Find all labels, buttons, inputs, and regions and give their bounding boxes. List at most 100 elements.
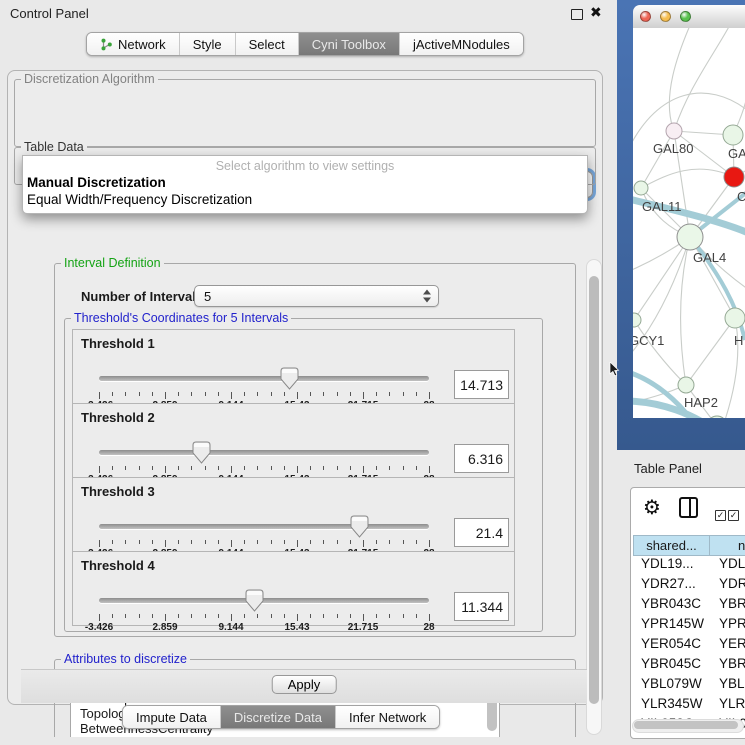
slider-tick [271,392,272,396]
slider-tick [403,614,404,618]
slider-tick [389,392,390,396]
slider-tick [218,540,219,544]
network-edge[interactable] [641,169,734,188]
slider-tick [271,466,272,470]
cell-name: YBL0 [717,676,745,696]
table-body: YDL19...YDL1YDR27...YDR2YBR043CYBR0YPR14… [633,556,745,736]
network-node[interactable] [678,377,694,393]
table-scrollbar-thumb[interactable] [634,721,738,729]
slider-tick [337,614,338,618]
slider-tick [125,466,126,470]
node-label: GCY1 [633,333,664,348]
slider-knob[interactable] [350,515,369,538]
minimize-traffic-light[interactable] [660,11,671,22]
column-header-name[interactable]: n [710,535,745,556]
float-window-icon[interactable] [571,9,583,20]
deselect-all-checkbox-icon[interactable]: ✓ [728,510,739,521]
slider-knob[interactable] [280,367,299,390]
slider-track[interactable] [99,376,429,381]
table-row[interactable]: YDR27...YDR2 [633,576,745,596]
table-row[interactable]: YLR345WYLR3 [633,696,745,716]
slider-tick [363,392,364,399]
slider-knob[interactable] [245,589,264,612]
apply-button[interactable]: Apply [272,675,337,694]
close-icon[interactable]: ✖ [590,4,602,21]
slider-track[interactable] [99,524,429,529]
slider-tick [310,392,311,396]
network-edge[interactable] [634,237,690,320]
network-icon [100,38,113,51]
table-horizontal-scrollbar[interactable] [632,719,744,733]
slider-tick [165,392,166,399]
network-node[interactable] [724,167,744,187]
threshold-slider[interactable]: -3.4262.8599.14415.4321.71528 [99,588,429,628]
cell-shared-name: YBL079W [633,676,717,696]
slider-tick [376,466,377,470]
slider-tick [231,392,232,399]
dropdown-option-equal-width[interactable]: Equal Width/Frequency Discretization [27,192,252,207]
network-node[interactable] [666,123,682,139]
slider-tick [350,540,351,544]
threshold-slider[interactable]: -3.4262.8599.14415.4321.71528 [99,514,429,554]
split-columns-icon[interactable] [679,497,698,518]
tab-label: Discretize Data [234,710,322,725]
slider-tick [323,392,324,396]
tab-impute-data[interactable]: Impute Data [123,706,221,728]
settings-scrollbar-thumb[interactable] [589,276,599,704]
table-row[interactable]: YBR045CYBR0 [633,656,745,676]
threshold-value-field[interactable]: 11.344 [454,592,509,621]
column-header-shared-name[interactable]: shared... [633,535,710,556]
interval-definition-groupbox: Interval Definition Number of Intervals … [54,263,576,637]
slider-tick [403,466,404,470]
threshold-value-field[interactable]: 6.316 [454,444,509,473]
threshold-value-field[interactable]: 21.4 [454,518,509,547]
network-window-frame[interactable]: GAL80GACGAL11GAL4GCY1HHAP2 [617,0,745,450]
slider-tick [165,540,166,547]
threshold-value-field[interactable]: 14.713 [454,370,509,399]
network-node[interactable] [723,125,743,145]
slider-track[interactable] [99,450,429,455]
network-node[interactable] [633,313,641,327]
threshold-slider[interactable]: -3.4262.8599.14415.4321.71528 [99,440,429,480]
dropdown-option-manual[interactable]: Manual Discretization [27,175,166,190]
network-node[interactable] [725,308,745,328]
tab-network[interactable]: Network [87,33,180,55]
table-row[interactable]: YBL079WYBL0 [633,676,745,696]
slider-tick [231,466,232,473]
tab-discretize-data[interactable]: Discretize Data [221,706,336,728]
slider-tick [112,466,113,470]
slider-tick [389,466,390,470]
table-row[interactable]: YER054CYER0 [633,636,745,656]
slider-tick [112,614,113,618]
table-row[interactable]: YDL19...YDL1 [633,556,745,576]
tab-select[interactable]: Select [236,33,299,55]
threshold-panel: Threshold 4-3.4262.8599.14415.4321.71528… [72,551,515,626]
number-of-intervals-combobox[interactable]: 5 [194,285,439,307]
threshold-slider[interactable]: -3.4262.8599.14415.4321.71528 [99,366,429,406]
table-row[interactable]: YPR145WYPR1 [633,616,745,636]
zoom-traffic-light[interactable] [680,11,691,22]
network-window-titlebar[interactable] [633,5,745,29]
tab-infer-network[interactable]: Infer Network [336,706,439,728]
network-canvas[interactable]: GAL80GACGAL11GAL4GCY1HHAP2 [633,28,745,418]
tab-jactivemnodules[interactable]: jActiveMNodules [400,33,523,55]
close-traffic-light[interactable] [640,11,651,22]
slider-tick [178,466,179,470]
slider-tick [244,466,245,470]
network-graph[interactable]: GAL80GACGAL11GAL4GCY1HHAP2 [633,28,745,418]
network-edge[interactable] [686,318,735,385]
slider-tick-label: 21.715 [333,622,393,633]
table-panel-title: Table Panel [634,461,702,476]
tab-cyni-toolbox[interactable]: Cyni Toolbox [299,33,400,55]
network-node[interactable] [677,224,703,250]
slider-knob[interactable] [192,441,211,464]
settings-gear-icon[interactable]: ⚙ [643,495,661,520]
tab-label: Select [249,37,285,52]
network-node[interactable] [634,181,648,195]
settings-scrollbar[interactable] [586,259,602,735]
select-all-checkbox-icon[interactable]: ✓ [715,510,726,521]
table-row[interactable]: YBR043CYBR0 [633,596,745,616]
slider-track[interactable] [99,598,429,603]
tab-style[interactable]: Style [180,33,236,55]
algorithm-dropdown-popup: Select algorithm to view settings Manual… [22,155,588,214]
